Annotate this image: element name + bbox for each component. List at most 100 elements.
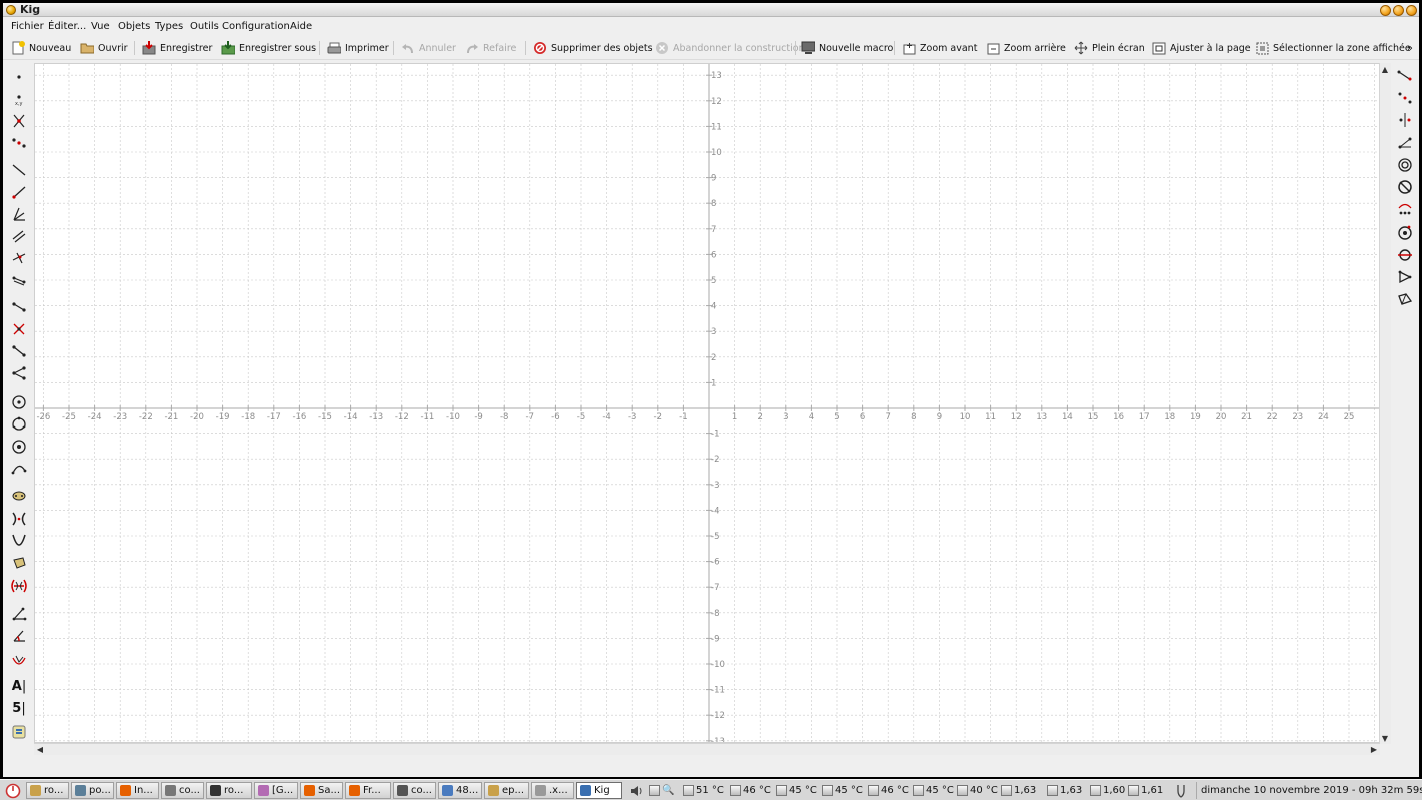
taskbar-task[interactable]: .x... xyxy=(531,782,574,799)
sensor-readout[interactable]: 40 °C xyxy=(957,782,998,799)
annuler-button[interactable]: Annuler xyxy=(401,40,456,56)
taskbar-task[interactable]: ro... xyxy=(26,782,69,799)
system-monitor-icon[interactable]: 🔍 xyxy=(649,782,674,799)
segment-length-icon[interactable] xyxy=(8,297,30,317)
menu-types[interactable]: Types xyxy=(155,20,183,34)
scroll-left-arrow-icon[interactable]: ◀ xyxy=(35,744,45,754)
enregistrer-button[interactable]: Enregistrer xyxy=(142,40,212,56)
taskbar-task[interactable]: 48... xyxy=(438,782,482,799)
midpoint-icon[interactable] xyxy=(8,133,30,153)
circle-inversion-icon[interactable] xyxy=(1394,177,1416,197)
taskbar-task[interactable]: co... xyxy=(161,782,204,799)
sensor-readout[interactable]: 51 °C xyxy=(683,782,724,799)
sensor-readout[interactable]: 1,63 xyxy=(1047,782,1082,799)
angle-measure-icon[interactable] xyxy=(8,626,30,646)
sensor-readout[interactable]: 45 °C xyxy=(822,782,863,799)
close-button[interactable] xyxy=(1406,5,1417,16)
locus-icon[interactable] xyxy=(8,652,30,672)
menu-outils[interactable]: Outils xyxy=(190,20,219,34)
scroll-down-arrow-icon[interactable]: ▼ xyxy=(1380,733,1390,743)
vector-icon[interactable] xyxy=(8,341,30,361)
sensor-readout[interactable]: 45 °C xyxy=(776,782,817,799)
affinity-icon[interactable] xyxy=(1394,267,1416,287)
translate-icon[interactable] xyxy=(1394,66,1416,86)
numeric-label-icon[interactable]: 5 | xyxy=(8,698,30,718)
circle-center-point-icon[interactable] xyxy=(8,392,30,412)
taskbar-task[interactable]: ro... xyxy=(206,782,252,799)
sensor-readout[interactable]: 46 °C xyxy=(868,782,909,799)
ray-icon[interactable] xyxy=(8,182,30,202)
circle-three-points-icon[interactable] xyxy=(8,414,30,434)
refaire-button[interactable]: Refaire xyxy=(465,40,516,56)
taskbar-task[interactable]: [G... xyxy=(254,782,298,799)
circle-radius-icon[interactable] xyxy=(8,437,30,457)
ajuster-a-la-page-button[interactable]: Ajuster à la page xyxy=(1152,40,1251,56)
parallel-icon[interactable] xyxy=(8,226,30,246)
selectionner-la-zone-affichee-button[interactable]: Sélectionner la zone affichée xyxy=(1255,40,1411,56)
volume-icon[interactable] xyxy=(630,782,642,799)
supprimer-des-objets-button[interactable]: Supprimer des objets xyxy=(533,40,653,56)
sensor-readout[interactable]: 1,61 xyxy=(1128,782,1163,799)
arc-inversion-icon[interactable] xyxy=(1394,199,1416,219)
hyperbola-icon[interactable] xyxy=(8,509,30,529)
sensor-readout[interactable]: 46 °C xyxy=(730,782,771,799)
plein-ecran-button[interactable]: Plein écran xyxy=(1074,40,1145,56)
taskbar-task[interactable]: po... xyxy=(71,782,114,799)
rotation-icon[interactable] xyxy=(1394,132,1416,152)
toolbar-overflow-button[interactable]: » xyxy=(1407,40,1413,56)
point-reflection-icon[interactable] xyxy=(1394,88,1416,108)
menu-vue[interactable]: Vue xyxy=(91,20,110,34)
menu-configuration[interactable]: Configuration xyxy=(222,20,290,34)
drawing-canvas[interactable]: -26 -25 -24 -23 -22 -21 -20 -19 -18 -17 -16 -15 -14-… xyxy=(34,63,1380,743)
intersection-icon[interactable] xyxy=(8,111,30,131)
polygon-icon[interactable] xyxy=(8,553,30,573)
python-script-icon[interactable] xyxy=(8,722,30,742)
taskbar-task[interactable]: Fr... xyxy=(345,782,391,799)
arc-icon[interactable] xyxy=(8,459,30,479)
network-icon[interactable] xyxy=(1175,782,1187,799)
perpendicular-icon[interactable] xyxy=(8,248,30,268)
title-bar[interactable]: Kig xyxy=(3,3,1419,17)
menu-aide[interactable]: Aide xyxy=(290,20,312,34)
text-label-icon[interactable]: A | xyxy=(8,676,30,696)
zoom-arriere-button[interactable]: Zoom arrière xyxy=(986,40,1066,56)
scaling-icon[interactable] xyxy=(1394,155,1416,175)
mirror-point-icon[interactable] xyxy=(8,319,30,339)
similitude-icon[interactable] xyxy=(1394,222,1416,242)
taskbar-task[interactable]: Kig xyxy=(576,782,622,799)
clock[interactable]: dimanche 10 novembre 2019 - 09h 32m 59s xyxy=(1196,782,1422,799)
segment-icon[interactable] xyxy=(8,270,30,290)
taskbar-task[interactable]: ep... xyxy=(484,782,529,799)
bisector-icon[interactable] xyxy=(8,204,30,224)
sensor-readout[interactable]: 45 °C xyxy=(913,782,954,799)
zoom-avant-button[interactable]: Zoom avant xyxy=(902,40,977,56)
point-icon[interactable] xyxy=(8,67,30,87)
imprimer-button[interactable]: Imprimer xyxy=(327,40,389,56)
harmonic-homology-icon[interactable] xyxy=(1394,245,1416,265)
minimize-button[interactable] xyxy=(1380,5,1391,16)
menu-fichier[interactable]: Fichier xyxy=(11,20,44,34)
taskbar-task[interactable]: In... xyxy=(116,782,159,799)
point-coords-icon[interactable]: x,y xyxy=(8,89,30,109)
nouveau-button[interactable]: Nouveau xyxy=(11,40,71,56)
cubic-icon[interactable] xyxy=(8,576,30,596)
horizontal-scrollbar[interactable]: ◀ ▶ xyxy=(34,743,1380,755)
parabola-icon[interactable] xyxy=(8,531,30,551)
sensor-readout[interactable]: 1,63 xyxy=(1001,782,1036,799)
line-reflection-icon[interactable] xyxy=(1394,110,1416,130)
projectivity-icon[interactable] xyxy=(1394,289,1416,309)
conic-icon[interactable] xyxy=(8,486,30,506)
kde-start-icon[interactable] xyxy=(3,782,22,799)
nouvelle-macro-button[interactable]: Nouvelle macro xyxy=(801,40,893,56)
vector-sum-icon[interactable] xyxy=(8,363,30,383)
scroll-right-arrow-icon[interactable]: ▶ xyxy=(1369,744,1379,754)
enregistrer-sous-button[interactable]: Enregistrer sous xyxy=(221,40,316,56)
taskbar-task[interactable]: Sa... xyxy=(300,782,343,799)
taskbar-task[interactable]: co... xyxy=(393,782,436,799)
coordinate-grid[interactable]: -26 -25 -24 -23 -22 -21 -20 -19 -18 -17 -16 -15 -14-… xyxy=(35,64,1380,743)
angle-icon[interactable] xyxy=(8,604,30,624)
menu-objets[interactable]: Objets xyxy=(118,20,150,34)
scroll-up-arrow-icon[interactable]: ▲ xyxy=(1380,64,1390,74)
vertical-scrollbar[interactable]: ▲ ▼ xyxy=(1379,63,1391,744)
ouvrir-button[interactable]: Ouvrir xyxy=(80,40,128,56)
